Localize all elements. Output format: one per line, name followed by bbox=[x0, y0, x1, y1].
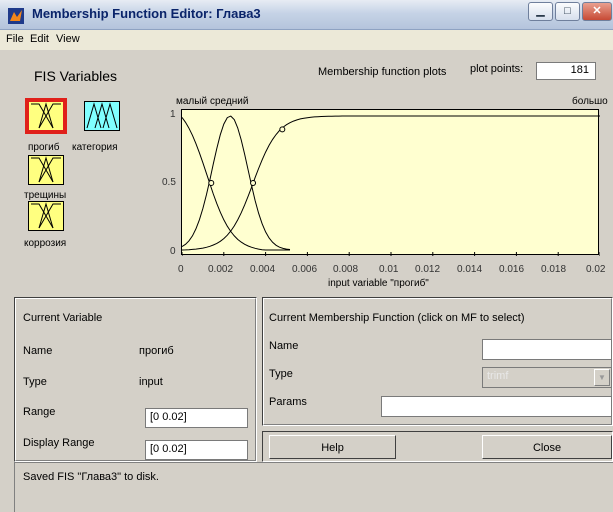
x-tick-label: 0.02 bbox=[586, 264, 606, 275]
current-mf-panel: Current Membership Function (click on MF… bbox=[262, 297, 613, 426]
input-var-label: прогиб bbox=[28, 142, 60, 153]
input-var-label: трещины bbox=[24, 190, 67, 201]
x-tick-label: 0.008 bbox=[333, 264, 359, 275]
range-input[interactable]: [0 0.02] bbox=[145, 408, 248, 428]
menu-bar: File Edit View bbox=[0, 30, 613, 50]
mf-type-value: trimf bbox=[487, 370, 509, 382]
mf-marker bbox=[279, 126, 286, 133]
input-var-treshchiny[interactable] bbox=[28, 155, 64, 185]
menu-file[interactable]: File bbox=[6, 33, 24, 45]
help-button[interactable]: Help bbox=[269, 435, 396, 459]
status-bar: Saved FIS "Глава3" to disk. bbox=[14, 462, 613, 512]
mf-plots-title: Membership function plots bbox=[318, 66, 447, 78]
title-bar[interactable]: Membership Function Editor: Глава3 ▁ □ ✕ bbox=[0, 0, 613, 30]
mf-plot-area[interactable] bbox=[181, 109, 601, 256]
x-tick-label: 0.018 bbox=[541, 264, 567, 275]
mf-marker bbox=[250, 180, 257, 186]
var-range-label: Range bbox=[23, 406, 56, 418]
x-tick-label: 0.014 bbox=[457, 264, 483, 275]
x-axis-label: input variable "прогиб" bbox=[328, 278, 429, 289]
x-tick-label: 0.004 bbox=[250, 264, 276, 275]
maximize-icon[interactable]: □ bbox=[555, 2, 580, 21]
var-type-value: input bbox=[139, 376, 163, 388]
var-type-label: Type bbox=[23, 376, 47, 388]
mf-marker bbox=[208, 180, 215, 186]
input-var-progib[interactable] bbox=[25, 98, 67, 134]
var-name-value: прогиб bbox=[139, 345, 174, 357]
x-tick-label: 0.01 bbox=[379, 264, 399, 275]
status-message: Saved FIS "Глава3" to disk. bbox=[23, 471, 159, 483]
window-title: Membership Function Editor: Глава3 bbox=[32, 6, 261, 21]
close-button[interactable]: Close bbox=[482, 435, 612, 459]
output-var-kategoriya[interactable] bbox=[84, 101, 120, 131]
mf-type-select[interactable]: trimf ▼ bbox=[482, 367, 612, 388]
var-name-label: Name bbox=[23, 345, 53, 357]
current-variable-title: Current Variable bbox=[23, 312, 103, 324]
mf-label-small[interactable]: малый bbox=[176, 96, 207, 107]
mf-curve-medium bbox=[181, 115, 291, 250]
mf-curve-large bbox=[181, 115, 600, 251]
plot-points-input[interactable]: 181 bbox=[536, 62, 596, 80]
mf-plot-svg bbox=[181, 115, 601, 256]
mf-name-label: Name bbox=[269, 340, 299, 352]
mf-label-medium[interactable]: средний bbox=[210, 96, 248, 107]
matlab-icon bbox=[8, 8, 24, 24]
current-mf-title: Current Membership Function (click on MF… bbox=[269, 312, 525, 324]
x-tick-label: 0 bbox=[178, 264, 184, 275]
fis-variables-title: FIS Variables bbox=[34, 68, 117, 84]
x-tick-label: 0.002 bbox=[208, 264, 234, 275]
display-range-label: Display Range bbox=[23, 437, 95, 449]
mf-params-label: Params bbox=[269, 396, 307, 408]
mf-thumbnail-icon bbox=[86, 102, 118, 129]
x-tick-label: 0.016 bbox=[499, 264, 525, 275]
menu-edit[interactable]: Edit bbox=[30, 33, 49, 45]
mf-params-input[interactable] bbox=[381, 396, 612, 417]
chevron-down-icon[interactable]: ▼ bbox=[594, 369, 610, 386]
mf-thumbnail-icon bbox=[31, 202, 61, 229]
menu-view[interactable]: View bbox=[56, 33, 80, 45]
mf-editor-window: Membership Function Editor: Глава3 ▁ □ ✕… bbox=[0, 0, 613, 512]
y-tick-label: 0 bbox=[170, 246, 176, 257]
buttons-panel: Help Close bbox=[262, 431, 613, 462]
mf-label-large[interactable]: большо bbox=[572, 96, 608, 107]
minimize-icon[interactable]: ▁ bbox=[528, 2, 553, 21]
x-tick-label: 0.012 bbox=[415, 264, 441, 275]
output-var-label: категория bbox=[72, 142, 118, 153]
x-tick-label: 0.006 bbox=[292, 264, 318, 275]
mf-name-input[interactable] bbox=[482, 339, 612, 360]
plot-points-label: plot points: bbox=[470, 63, 524, 75]
current-variable-panel: Current Variable Name прогиб Type input … bbox=[14, 297, 257, 462]
input-var-korroziya[interactable] bbox=[28, 201, 64, 231]
close-icon[interactable]: ✕ bbox=[582, 2, 612, 21]
input-var-label: коррозия bbox=[24, 238, 67, 249]
y-tick-label: 0.5 bbox=[162, 177, 176, 188]
mf-type-label: Type bbox=[269, 368, 293, 380]
y-tick-label: 1 bbox=[170, 109, 176, 120]
mf-thumbnail-icon bbox=[31, 102, 61, 129]
display-range-input[interactable]: [0 0.02] bbox=[145, 440, 248, 460]
mf-thumbnail-icon bbox=[31, 156, 61, 183]
